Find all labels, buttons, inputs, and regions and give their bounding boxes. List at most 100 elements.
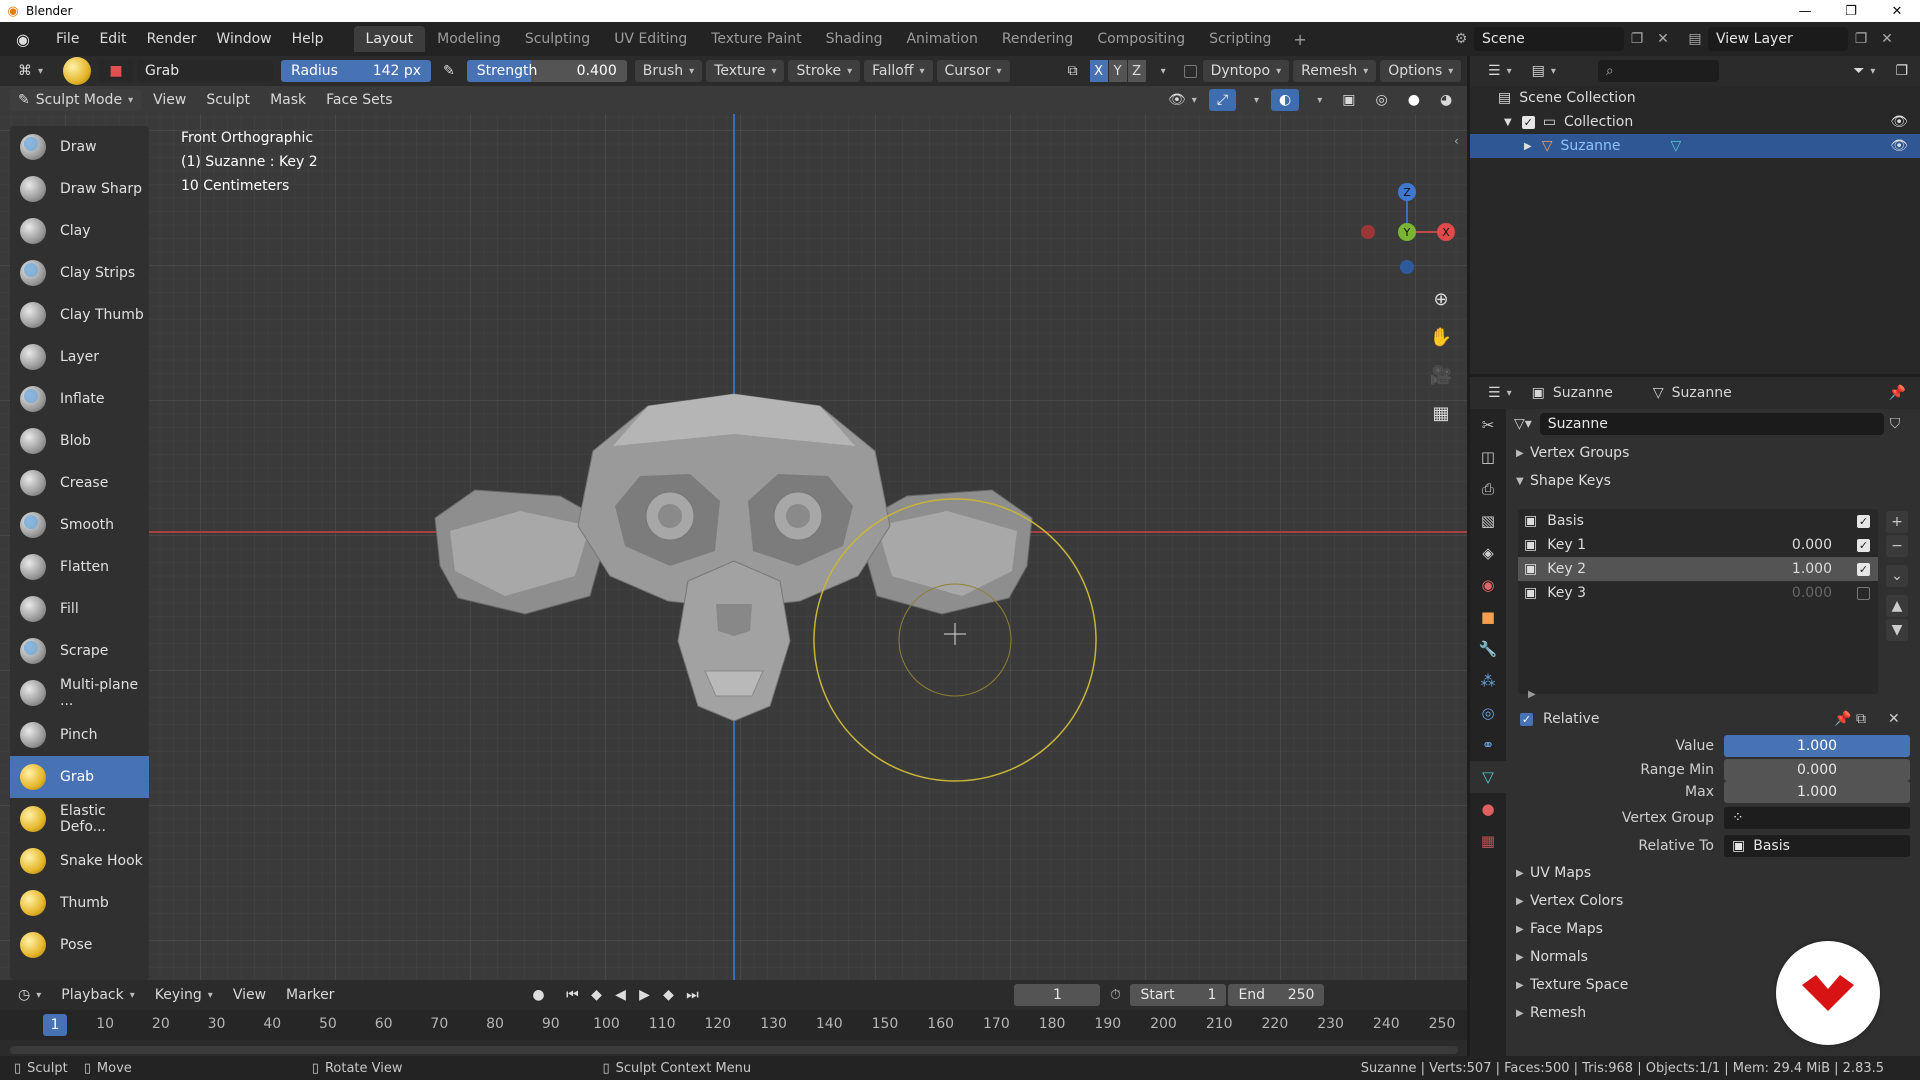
tab-scripting[interactable]: Scripting (1197, 26, 1283, 52)
shape-key-row[interactable]: ▣ Basis ✓ (1518, 509, 1878, 533)
outliner-row-suzanne[interactable]: ▶ ▽ Suzanne ▽ 👁 (1470, 134, 1920, 158)
world-tab-icon[interactable]: ◉ (1470, 569, 1506, 601)
scene-icon[interactable]: ⚙ (1448, 27, 1474, 51)
object-tab-icon[interactable]: ■ (1470, 601, 1506, 633)
value-slider[interactable]: 1.000 (1724, 735, 1910, 757)
record-overlay-button[interactable] (1776, 941, 1880, 1045)
particles-tab-icon[interactable]: ⁂ (1470, 665, 1506, 697)
shape-key-value[interactable]: 0.000 (1792, 537, 1832, 553)
navigation-gizmo[interactable]: Z X Y (1352, 180, 1462, 280)
move-down-icon[interactable]: ▼ (1886, 619, 1908, 641)
new-scene-icon[interactable]: ❐ (1624, 27, 1650, 51)
blender-menu-icon[interactable]: ◉ (0, 22, 46, 56)
suzanne-visibility-icon[interactable]: 👁 (1890, 138, 1908, 154)
shape-key-mute-checkbox[interactable]: ✓ (1857, 562, 1870, 576)
menu-render[interactable]: Render (137, 22, 207, 56)
max-field[interactable]: 1.000 (1724, 781, 1910, 803)
outliner-row-collection[interactable]: ▼ ✓ ▭ Collection 👁 (1470, 110, 1920, 134)
modifier-tab-icon[interactable]: 🔧 (1470, 633, 1506, 665)
shape-key-pin-icon[interactable]: 📌 (1834, 711, 1851, 727)
constraints-tab-icon[interactable]: ⚭ (1470, 729, 1506, 761)
shape-key-specials-icon[interactable]: ⌄ (1886, 565, 1908, 587)
view-layer-field[interactable]: View Layer (1708, 27, 1848, 51)
properties-editor-type-icon[interactable]: ☰ ▾ (1480, 382, 1520, 404)
tab-sculpting[interactable]: Sculpting (513, 26, 602, 52)
pan-hand-icon[interactable]: ✋ (1424, 320, 1458, 354)
tab-shading[interactable]: Shading (814, 26, 895, 52)
restore-icon[interactable]: ❐ (1828, 0, 1874, 22)
mesh-name-field[interactable]: Suzanne (1539, 413, 1884, 435)
new-view-layer-icon[interactable]: ❐ (1848, 27, 1874, 51)
shape-key-row[interactable]: ▣ Key 1 0.000 ✓ (1518, 533, 1878, 557)
ortho-toggle-icon[interactable]: ▦ (1424, 396, 1458, 430)
collection-visibility-icon[interactable]: 👁 (1890, 114, 1908, 130)
outliner-row-scene-collection[interactable]: ▤ Scene Collection (1470, 86, 1920, 110)
menu-keying[interactable]: Keying ▾ (147, 984, 221, 1006)
next-keyframe-icon[interactable]: ◆ (656, 987, 680, 1003)
tab-uv-editing[interactable]: UV Editing (602, 26, 699, 52)
mesh-datablock-icon[interactable]: ▽▾ (1514, 416, 1532, 432)
filter-icon[interactable]: ⏷ ▾ (1845, 60, 1883, 82)
tab-rendering[interactable]: Rendering (990, 26, 1086, 52)
display-mode-icon[interactable]: ▤ ▾ (1524, 60, 1564, 82)
tool-tab-icon[interactable]: ✂ (1470, 409, 1506, 441)
collection-include-checkbox[interactable]: ✓ (1521, 115, 1535, 129)
menu-edit[interactable]: Edit (89, 22, 136, 56)
render-tab-icon[interactable]: ◫ (1470, 441, 1506, 473)
play-icon[interactable]: ▶ (632, 987, 656, 1003)
output-tab-icon[interactable]: ⎙ (1470, 473, 1506, 505)
jump-end-icon[interactable]: ⏭ (680, 987, 704, 1003)
current-frame-field[interactable]: 1 (1014, 984, 1101, 1006)
record-icon[interactable]: ● (526, 987, 550, 1003)
end-frame-field[interactable]: End 250 (1228, 984, 1325, 1006)
timeline-ruler[interactable]: 1 10 20 30 40 50 60 70 80 90 100 110 120 130 140 150 16… (0, 1010, 1467, 1040)
camera-view-icon[interactable]: 🎥 (1424, 358, 1458, 392)
panel-vertex-groups[interactable]: ▶ Vertex Groups (1506, 439, 1920, 467)
scene-tab-icon[interactable]: ◈ (1470, 537, 1506, 569)
tab-modeling[interactable]: Modeling (425, 26, 513, 52)
list-expand-icon[interactable]: ▶ (1518, 689, 1878, 700)
menu-window[interactable]: Window (206, 22, 281, 56)
menu-playback[interactable]: Playback ▾ (53, 984, 143, 1006)
vertex-group-field[interactable]: ⁘ (1724, 807, 1910, 829)
suzanne-expand-icon[interactable]: ▶ (1524, 141, 1532, 152)
scene-name-field[interactable]: Scene (1474, 27, 1624, 51)
prev-keyframe-icon[interactable]: ◆ (584, 987, 608, 1003)
delete-view-layer-icon[interactable]: ✕ (1874, 27, 1900, 51)
playhead[interactable]: 1 (43, 1014, 67, 1036)
shape-key-mute-checkbox[interactable]: ✓ (1857, 538, 1870, 552)
view-layer-tab-icon[interactable]: ▧ (1470, 505, 1506, 537)
suzanne-mesh[interactable] (434, 393, 1033, 722)
move-up-icon[interactable]: ▲ (1886, 595, 1908, 617)
relative-checkbox[interactable]: ✓ (1520, 712, 1533, 726)
physics-tab-icon[interactable]: ◎ (1470, 697, 1506, 729)
collection-expand-icon[interactable]: ▼ (1504, 117, 1512, 128)
panel-shape-keys[interactable]: ▼ Shape Keys (1506, 467, 1920, 495)
view-layer-icon[interactable]: ▤ (1682, 27, 1708, 51)
remove-shape-key-icon[interactable]: − (1886, 535, 1908, 557)
relative-to-field[interactable]: ▣ Basis (1724, 835, 1910, 857)
add-shape-key-icon[interactable]: + (1886, 511, 1908, 533)
pin-icon[interactable]: 📌 (1889, 385, 1906, 401)
panel-uv-maps[interactable]: ▶ UV Maps (1506, 859, 1920, 887)
timeline-editor-type-icon[interactable]: ◷ ▾ (10, 984, 49, 1006)
panel-vertex-colors[interactable]: ▶ Vertex Colors (1506, 887, 1920, 915)
timeline-scrollbar[interactable] (10, 1046, 1458, 1054)
tab-texture-paint[interactable]: Texture Paint (699, 26, 813, 52)
outliner-editor-type-icon[interactable]: ☰ ▾ (1480, 60, 1520, 82)
menu-marker[interactable]: Marker (278, 984, 342, 1006)
shape-key-mute-checkbox[interactable]: ✓ (1857, 514, 1870, 528)
shape-key-value[interactable]: 1.000 (1792, 561, 1832, 577)
3d-viewport[interactable]: ⌘ ▾ ■ Grab Radius 142 px ✎ Strength 0.400… (0, 56, 1467, 980)
menu-file[interactable]: File (46, 22, 89, 56)
minimize-icon[interactable]: — (1782, 0, 1828, 22)
tab-compositing[interactable]: Compositing (1085, 26, 1197, 52)
material-tab-icon[interactable]: ● (1470, 793, 1506, 825)
edit-mode-icon[interactable]: ⧉ (1856, 711, 1866, 727)
menu-help[interactable]: Help (282, 22, 334, 56)
close-icon[interactable]: ✕ (1874, 0, 1920, 22)
start-frame-field[interactable]: Start 1 (1130, 984, 1227, 1006)
sidebar-toggle-icon[interactable]: ‹ (1454, 134, 1459, 148)
shape-key-value[interactable]: 0.000 (1792, 585, 1832, 601)
texture-tab-icon[interactable]: ▦ (1470, 825, 1506, 857)
